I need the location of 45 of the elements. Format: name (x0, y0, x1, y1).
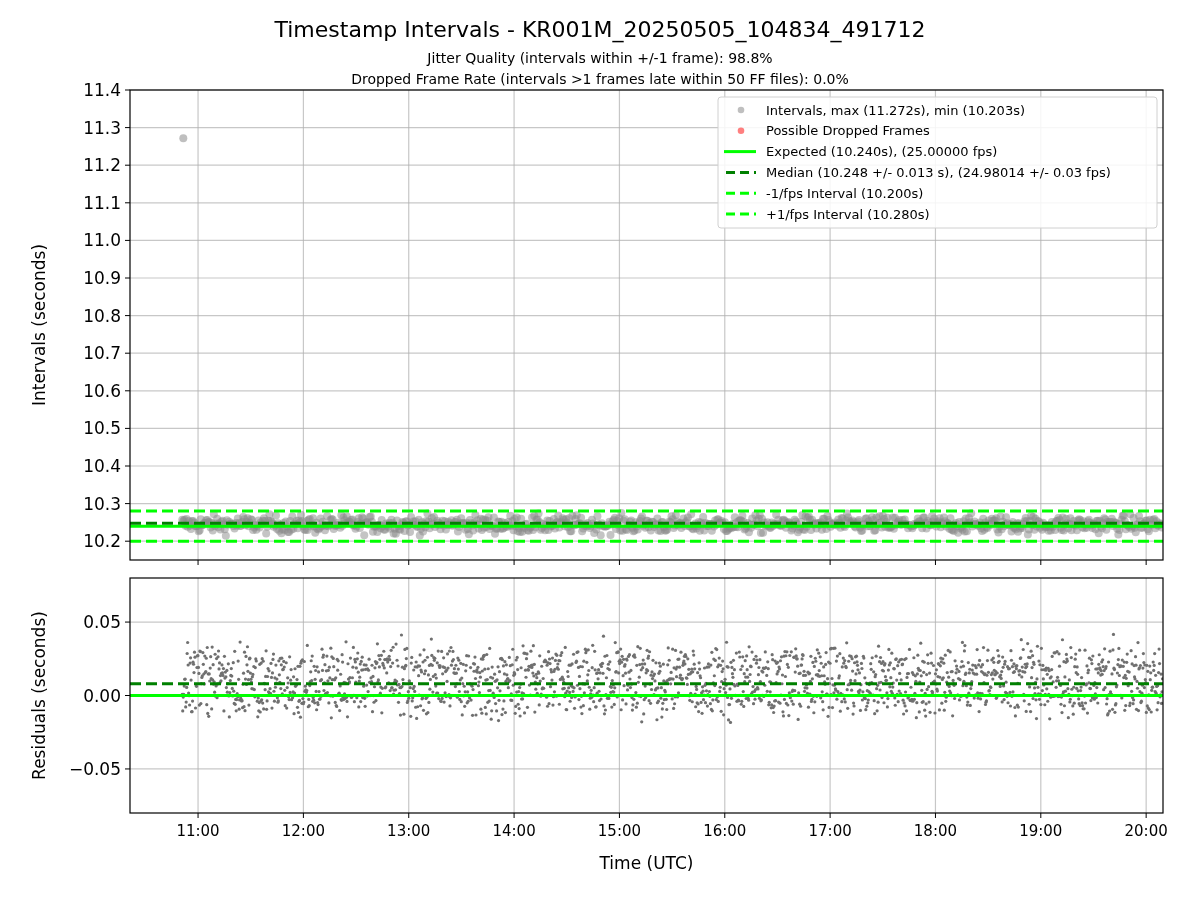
legend-label: Expected (10.240s), (25.00000 fps) (766, 144, 998, 160)
y-tick-label: 11.2 (83, 155, 121, 176)
y-tick-label: 11.0 (83, 230, 121, 251)
y-tick-label: 11.4 (83, 80, 121, 100)
y-tick-label: 10.2 (83, 531, 121, 552)
y-tick-label: 10.9 (83, 268, 121, 288)
y-tick-label: 11.3 (83, 117, 121, 138)
legend-label: -1/fps Interval (10.200s) (766, 185, 924, 201)
figure-subtitle: Dropped Frame Rate (intervals >1 frames late within 50 FF files): 0.0% (351, 71, 849, 87)
y-tick-label: 10.4 (83, 456, 121, 476)
legend-label: +1/fps Interval (10.280s) (766, 206, 930, 222)
legend-dashed-line-icon (726, 212, 756, 216)
x-axis-label: Time (UTC) (599, 853, 694, 873)
y-tick-label: 10.6 (83, 380, 121, 401)
y-tick-label: 10.8 (83, 305, 121, 326)
legend-dashed-line-icon (726, 191, 756, 195)
x-tick-label: 18:00 (913, 822, 958, 840)
x-tick-label: 11:00 (176, 822, 220, 840)
legend-marker-icon (737, 127, 745, 135)
figure-title: Timestamp Intervals - KR001M_20250505_104834_491712 (274, 17, 926, 42)
data-point (179, 134, 188, 143)
legend-label: Intervals, max (11.272s), min (10.203s) (766, 102, 1025, 118)
x-tick-label: 16:00 (703, 822, 747, 840)
y-tick-label: 0.00 (83, 685, 121, 706)
y-tick-label: 10.5 (83, 418, 121, 439)
y-axis-label: Residuals (seconds) (29, 611, 49, 780)
y-tick-label: 0.05 (83, 612, 121, 633)
y-tick-label: −0.05 (68, 758, 121, 779)
figure-subtitle: Jitter Quality (intervals within +/-1 frame): 98.8% (427, 50, 773, 66)
x-tick-label: 15:00 (597, 822, 642, 840)
legend-label: Possible Dropped Frames (766, 123, 930, 139)
y-tick-label: 11.1 (83, 192, 121, 213)
y-axis-label: Intervals (seconds) (29, 243, 49, 407)
legend-line-icon (724, 150, 756, 154)
y-tick-label: 10.3 (83, 493, 121, 514)
y-tick-label: 10.7 (83, 343, 121, 364)
x-tick-label: 14:00 (492, 822, 536, 840)
legend-dashed-line-icon (726, 170, 756, 174)
legend-marker-icon (737, 106, 745, 114)
x-tick-label: 13:00 (387, 822, 431, 840)
x-tick-label: 19:00 (1019, 822, 1063, 840)
x-tick-label: 12:00 (281, 822, 325, 840)
x-tick-label: 17:00 (808, 822, 852, 840)
x-tick-label: 20:00 (1124, 822, 1168, 840)
legend-label: Median (10.248 +/- 0.013 s), (24.98014 +/- 0.03 fps) (766, 164, 1111, 180)
